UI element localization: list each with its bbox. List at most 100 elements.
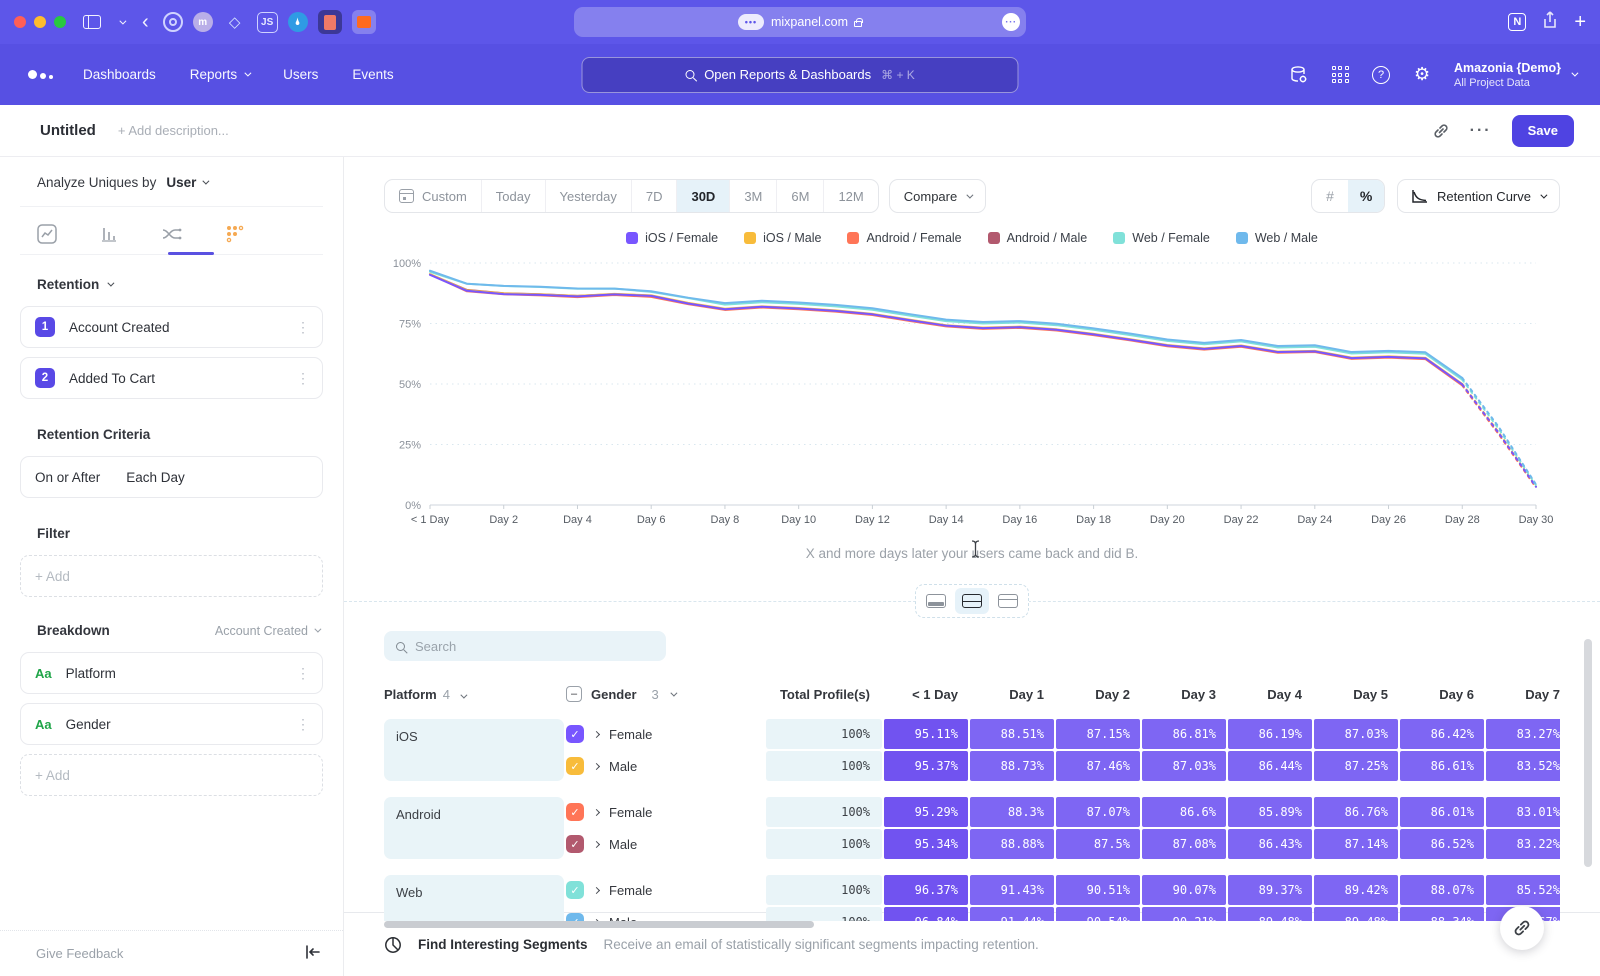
extension-cloud-icon[interactable] [352,10,376,34]
range-12m[interactable]: 12M [824,180,877,212]
kebab-menu-icon[interactable]: ⋮ [296,370,310,387]
retention-value-cell[interactable]: 90.51% [1056,875,1140,905]
gender-checkbox[interactable]: ✓ [566,757,584,775]
retention-section-heading[interactable]: Retention [37,277,323,292]
retention-value-cell[interactable]: 87.08% [1142,829,1226,859]
retention-step-2[interactable]: 2Added To Cart⋮ [20,357,323,399]
criteria-interval[interactable]: Each Day [126,470,185,485]
kebab-menu-icon[interactable]: ⋮ [296,716,310,733]
series-line-iOS / Female[interactable] [430,275,1462,385]
chevron-down-icon[interactable] [119,20,124,25]
chevron-right-icon[interactable] [593,762,600,769]
platform-cell[interactable]: Android [384,797,564,859]
gender-checkbox[interactable]: ✓ [566,835,584,853]
add-description-button[interactable]: + Add description... [118,123,229,138]
gender-column-header[interactable]: – Gender3 [566,686,764,702]
tab-retention[interactable] [225,224,245,249]
extension-js-icon[interactable]: JS [257,12,278,33]
kebab-menu-icon[interactable]: ⋮ [296,665,310,682]
retention-value-cell[interactable]: 85.52% [1486,875,1560,905]
retention-step-1[interactable]: 1Account Created⋮ [20,306,323,348]
day-column-header[interactable]: Day 7 [1486,687,1570,702]
retention-value-cell[interactable]: 86.52% [1400,829,1484,859]
new-tab-button[interactable]: + [1574,11,1586,34]
retention-value-cell[interactable]: 95.37% [884,751,968,781]
view-table-only-button[interactable] [991,588,1025,614]
retention-value-cell[interactable]: 87.03% [1314,719,1398,749]
gender-checkbox[interactable]: ✓ [566,881,584,899]
retention-value-cell[interactable]: 89.48% [1314,907,1398,921]
retention-value-cell[interactable]: 88.88% [970,829,1054,859]
retention-value-cell[interactable]: 83.52% [1486,751,1560,781]
retention-value-cell[interactable]: 86.43% [1228,829,1312,859]
retention-value-cell[interactable]: 85.89% [1228,797,1312,827]
notion-icon[interactable]: N [1508,13,1526,31]
analyze-uniques-row[interactable]: Analyze Uniques by User [20,157,323,207]
help-icon[interactable]: ? [1372,66,1390,84]
range-30d[interactable]: 30D [677,180,730,212]
view-split-button[interactable] [955,588,989,614]
select-all-checkbox[interactable]: – [566,686,582,702]
retention-value-cell[interactable]: 86.81% [1142,719,1226,749]
extension-target-icon[interactable] [163,12,183,32]
breakdown-platform[interactable]: AaPlatform⋮ [20,652,323,694]
range-3m[interactable]: 3M [730,180,777,212]
day-column-header[interactable]: < 1 Day [884,687,968,702]
range-6m[interactable]: 6M [777,180,824,212]
add-breakdown-button[interactable]: + Add [20,754,323,796]
extension-m-icon[interactable]: m [193,12,213,32]
retention-value-cell[interactable]: 90.07% [1142,875,1226,905]
retention-value-cell[interactable]: 95.34% [884,829,968,859]
range-7d[interactable]: 7D [632,180,678,212]
chevron-right-icon[interactable] [593,840,600,847]
copy-link-icon[interactable] [1432,122,1450,140]
day-column-header[interactable]: Day 4 [1228,687,1312,702]
chevron-right-icon[interactable] [593,886,600,893]
retention-value-cell[interactable]: 90.54% [1056,907,1140,921]
retention-value-cell[interactable]: 88.51% [970,719,1054,749]
extension-cube-icon[interactable]: ◇ [223,10,247,34]
unit-percent-button[interactable]: % [1348,180,1384,212]
retention-value-cell[interactable]: 88.73% [970,751,1054,781]
retention-value-cell[interactable]: 86.42% [1400,719,1484,749]
breakdown-gender[interactable]: AaGender⋮ [20,703,323,745]
nav-item-users[interactable]: Users [283,67,318,82]
report-title[interactable]: Untitled [40,122,96,139]
series-line-iOS / Male[interactable] [430,274,1462,384]
gender-checkbox[interactable]: ✓ [566,725,584,743]
legend-item[interactable]: iOS / Female [626,231,718,245]
retention-value-cell[interactable]: 86.61% [1400,751,1484,781]
retention-value-cell[interactable]: 88.34% [1400,907,1484,921]
retention-value-cell[interactable]: 86.76% [1314,797,1398,827]
retention-value-cell[interactable]: 87.25% [1314,751,1398,781]
retention-value-cell[interactable]: 88.07% [1400,875,1484,905]
sidebar-toggle-icon[interactable] [83,15,101,29]
gender-cell[interactable]: ✓Male [566,829,764,859]
retention-value-cell[interactable]: 90.21% [1142,907,1226,921]
day-column-header[interactable]: Day 1 [970,687,1054,702]
retention-value-cell[interactable]: 89.48% [1228,907,1312,921]
legend-item[interactable]: Web / Male [1236,231,1318,245]
retention-value-cell[interactable]: 91.44% [970,907,1054,921]
settings-gear-icon[interactable]: ⚙ [1412,65,1432,85]
chevron-right-icon[interactable] [593,808,600,815]
analyze-value[interactable]: User [166,175,196,190]
day-column-header[interactable]: Day 3 [1142,687,1226,702]
platform-cell[interactable]: Web [384,875,564,921]
tab-flows[interactable] [161,224,183,249]
segments-title[interactable]: Find Interesting Segments [418,937,588,952]
platform-cell[interactable]: iOS [384,719,564,781]
tab-funnels[interactable] [99,224,119,249]
retention-value-cell[interactable]: 86.19% [1228,719,1312,749]
minimize-window-button[interactable] [34,16,46,28]
zoom-window-button[interactable] [54,16,66,28]
kebab-menu-icon[interactable]: ⋮ [296,319,310,336]
retention-value-cell[interactable]: 88.3% [970,797,1054,827]
retention-value-cell[interactable]: 83.22% [1486,829,1560,859]
legend-item[interactable]: Web / Female [1113,231,1210,245]
nav-item-reports[interactable]: Reports [190,67,249,82]
gender-cell[interactable]: ✓Male [566,907,764,921]
back-button[interactable]: ‹ [142,12,149,32]
more-options-button[interactable]: ··· [1470,122,1492,140]
retention-value-cell[interactable]: 87.46% [1056,751,1140,781]
